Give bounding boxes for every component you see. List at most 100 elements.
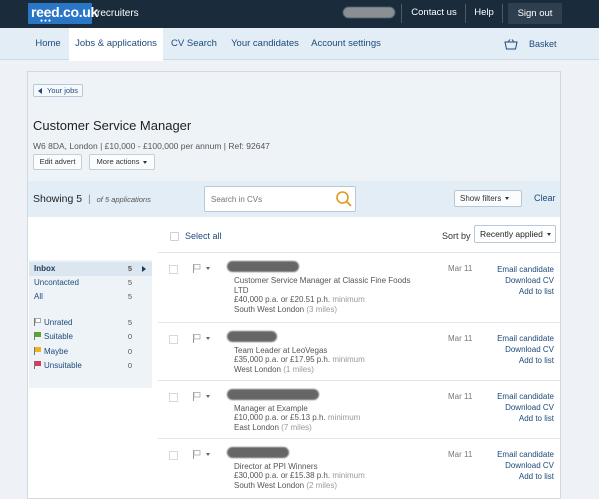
sidebar-item-suitable[interactable]: Suitable 0 — [29, 330, 152, 344]
candidate-pay: £40,000 p.a. or £20.51 p.h. minimum — [234, 295, 365, 305]
showing-count: Showing 5 | of 5 applications — [33, 193, 151, 205]
flag-icon[interactable] — [193, 392, 201, 401]
candidate-pay: £10,000 p.a. or £5.13 p.h. minimum — [234, 413, 360, 423]
sidebar-item-unsuitable[interactable]: Unsuitable 0 — [29, 359, 152, 373]
basket-icon[interactable] — [504, 39, 518, 50]
row-checkbox[interactable] — [169, 451, 178, 460]
pay-value: £35,000 p.a. or £17.95 p.h. — [234, 355, 331, 364]
add-to-list-link[interactable]: Add to list — [519, 356, 554, 365]
add-to-list-link[interactable]: Add to list — [519, 287, 554, 296]
nav-cv-search[interactable]: CV Search — [165, 28, 223, 60]
cv-search-box — [204, 186, 356, 212]
location-value: West London — [234, 365, 281, 374]
sign-out-button[interactable]: Sign out — [508, 3, 562, 24]
sidebar-item-all[interactable]: All 5 — [29, 290, 152, 304]
show-filters-label: Show filters — [460, 194, 502, 203]
cv-search-input[interactable] — [206, 188, 326, 210]
nav-jobs-applications[interactable]: Jobs & applications — [69, 28, 163, 61]
download-cv-link[interactable]: Download CV — [505, 345, 554, 354]
help-link[interactable]: Help — [468, 0, 500, 28]
show-filters-button[interactable]: Show filters — [454, 190, 522, 207]
download-cv-link[interactable]: Download CV — [505, 461, 554, 470]
logo-dots: ●●● — [40, 18, 53, 24]
search-icon[interactable] — [335, 190, 353, 208]
email-candidate-link[interactable]: Email candidate — [497, 265, 554, 274]
select-all-checkbox[interactable] — [170, 232, 179, 241]
candidate-name-redacted[interactable] — [227, 261, 299, 272]
pay-value: £30,000 p.a. or £15.38 p.h. — [234, 471, 331, 480]
email-candidate-link[interactable]: Email candidate — [497, 334, 554, 343]
applied-date: Mar 11 — [448, 264, 473, 273]
arrow-right-icon — [142, 266, 146, 272]
add-to-list-link[interactable]: Add to list — [519, 472, 554, 481]
job-meta: W6 8DA, London | £10,000 - £100,000 per … — [33, 141, 270, 151]
chevron-down-icon — [505, 197, 510, 201]
sidebar-item-uncontacted[interactable]: Uncontacted 5 — [29, 276, 152, 290]
sidebar-item-count: 5 — [127, 292, 132, 301]
your-jobs-button[interactable]: Your jobs — [33, 84, 83, 97]
download-cv-link[interactable]: Download CV — [505, 276, 554, 285]
sidebar-item-label: Unsuitable — [44, 361, 82, 370]
candidate-name-redacted[interactable] — [227, 447, 289, 458]
contact-us-link[interactable]: Contact us — [405, 0, 463, 28]
location-value: East London — [234, 423, 279, 432]
flag-icon[interactable] — [193, 334, 201, 343]
candidate-pay: £30,000 p.a. or £15.38 p.h. minimum — [234, 471, 365, 481]
nav-your-candidates[interactable]: Your candidates — [226, 28, 304, 60]
sort-select[interactable]: Recently applied — [474, 225, 556, 243]
showing-label: Showing 5 — [33, 193, 83, 205]
sidebar-item-count: 0 — [127, 332, 132, 341]
chevron-down-icon[interactable] — [206, 267, 210, 270]
email-candidate-link[interactable]: Email candidate — [497, 392, 554, 401]
candidate-role: Customer Service Manager at Classic Fine… — [234, 276, 411, 295]
download-cv-link[interactable]: Download CV — [505, 403, 554, 412]
flag-icon[interactable] — [193, 450, 201, 459]
sidebar-item-unrated[interactable]: Unrated 5 — [29, 316, 152, 330]
application-row[interactable]: Customer Service Manager at Classic Fine… — [158, 253, 560, 323]
back-arrow-icon — [38, 88, 42, 94]
flag-icon[interactable] — [193, 264, 201, 273]
select-all-label[interactable]: Select all — [185, 231, 222, 241]
job-panel: Your jobs Customer Service Manager W6 8D… — [27, 71, 561, 499]
sidebar-item-maybe[interactable]: Maybe 0 — [29, 345, 152, 359]
candidate-name-redacted[interactable] — [227, 389, 319, 400]
your-jobs-label: Your jobs — [47, 86, 78, 95]
divider — [465, 4, 466, 23]
distance-value: (3 miles) — [306, 305, 338, 314]
more-actions-button[interactable]: More actions — [89, 154, 155, 170]
pay-note: minimum — [332, 295, 365, 304]
user-name-redacted — [343, 7, 395, 18]
distance-value: (7 miles) — [281, 423, 312, 432]
application-row[interactable]: Manager at Example £10,000 p.a. or £5.13… — [158, 381, 560, 439]
chevron-down-icon[interactable] — [206, 453, 210, 456]
sidebar-item-count: 0 — [127, 347, 132, 356]
flag-icon — [34, 347, 41, 355]
nav-home[interactable]: Home — [28, 28, 68, 60]
chevron-down-icon[interactable] — [206, 395, 210, 398]
add-to-list-link[interactable]: Add to list — [519, 414, 554, 423]
applied-date: Mar 11 — [448, 450, 473, 459]
logo-subtitle: recruiters — [97, 8, 139, 19]
email-candidate-link[interactable]: Email candidate — [497, 450, 554, 459]
edit-advert-button[interactable]: Edit advert — [33, 154, 82, 170]
sidebar-item-count: 5 — [127, 264, 132, 273]
candidate-name-redacted[interactable] — [227, 331, 277, 342]
pay-note: minimum — [327, 413, 361, 422]
basket-label[interactable]: Basket — [529, 28, 557, 60]
chevron-down-icon[interactable] — [206, 337, 210, 340]
pay-value: £40,000 p.a. or £20.51 p.h. — [234, 295, 331, 304]
sort-by-label: Sort by — [442, 231, 471, 241]
application-row[interactable]: Team Leader at LeoVegas £35,000 p.a. or … — [158, 323, 560, 381]
divider — [502, 4, 503, 23]
candidate-location: East London (7 miles) — [234, 423, 312, 432]
reed-logo[interactable]: reed.co.uk ●●● — [28, 3, 98, 24]
pay-note: minimum — [332, 355, 365, 364]
row-checkbox[interactable] — [169, 393, 178, 402]
application-row[interactable]: Director at PPI Winners £30,000 p.a. or … — [158, 439, 560, 499]
clear-filters-link[interactable]: Clear — [534, 193, 556, 203]
candidate-location: South West London (3 miles) — [234, 305, 337, 314]
row-checkbox[interactable] — [169, 335, 178, 344]
row-checkbox[interactable] — [169, 265, 178, 274]
sidebar-item-inbox[interactable]: Inbox 5 — [29, 262, 152, 276]
nav-account-settings[interactable]: Account settings — [307, 28, 385, 60]
